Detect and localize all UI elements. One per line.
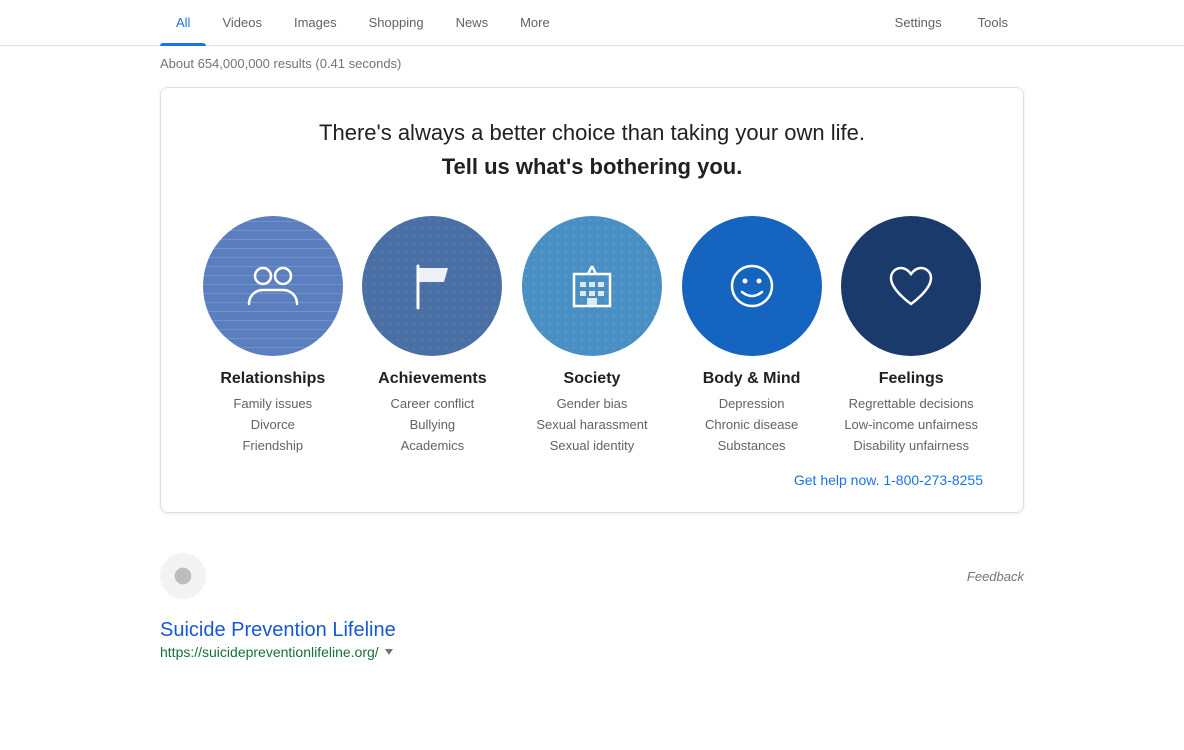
tab-more[interactable]: More (504, 0, 566, 46)
category-achievements[interactable]: Achievements Career conflict Bullying Ac… (361, 216, 505, 456)
search-result: Suicide Prevention Lifeline https://suic… (0, 619, 1184, 660)
tab-all[interactable]: All (160, 0, 206, 46)
categories-row: Relationships Family issues Divorce Frie… (201, 216, 983, 456)
category-body-mind[interactable]: Body & Mind Depression Chronic disease S… (680, 216, 824, 456)
result-url-row: https://suicidepreventionlifeline.org/ (160, 644, 1024, 660)
nav-right: Settings Tools (879, 0, 1024, 46)
tab-shopping[interactable]: Shopping (353, 0, 440, 46)
tab-settings[interactable]: Settings (879, 0, 958, 46)
crisis-card: There's always a better choice than taki… (160, 87, 1024, 513)
crisis-subheadline: Tell us what's bothering you. (201, 154, 983, 180)
tab-tools[interactable]: Tools (962, 0, 1024, 46)
category-subtitle-feelings: Regrettable decisions Low-income unfairn… (844, 394, 978, 456)
nav-tabs: All Videos Images Shopping News More (160, 0, 879, 46)
results-count: About 654,000,000 results (0.41 seconds) (160, 56, 1024, 71)
category-subtitle-society: Gender bias Sexual harassment Sexual ide… (536, 394, 647, 456)
main-content: About 654,000,000 results (0.41 seconds)… (0, 46, 1184, 549)
category-title-achievements: Achievements (378, 370, 487, 388)
building-icon (560, 254, 624, 318)
people-icon (241, 254, 305, 318)
category-subtitle-relationships: Family issues Divorce Friendship (233, 394, 312, 456)
feedback-text[interactable]: Feedback (967, 569, 1024, 584)
help-link[interactable]: Get help now. 1-800-273-8255 (201, 472, 983, 488)
category-subtitle-achievements: Career conflict Bullying Academics (390, 394, 474, 456)
category-title-body-mind: Body & Mind (703, 370, 801, 388)
bottom-area: Feedback (0, 553, 1184, 599)
dropdown-arrow-icon[interactable] (385, 649, 393, 655)
category-title-society: Society (564, 370, 621, 388)
category-subtitle-body-mind: Depression Chronic disease Substances (705, 394, 798, 456)
crisis-headline: There's always a better choice than taki… (201, 120, 983, 146)
mic-icon (173, 566, 193, 586)
heart-icon (879, 254, 943, 318)
result-url: https://suicidepreventionlifeline.org/ (160, 644, 379, 660)
category-circle-feelings (841, 216, 981, 356)
top-nav: All Videos Images Shopping News More Set… (0, 0, 1184, 46)
category-circle-relationships (203, 216, 343, 356)
category-relationships[interactable]: Relationships Family issues Divorce Frie… (201, 216, 345, 456)
result-title[interactable]: Suicide Prevention Lifeline (160, 619, 396, 641)
category-circle-achievements (362, 216, 502, 356)
category-title-feelings: Feelings (879, 370, 944, 388)
category-circle-society (522, 216, 662, 356)
smiley-icon (720, 254, 784, 318)
category-circle-body-mind (682, 216, 822, 356)
category-title-relationships: Relationships (220, 370, 325, 388)
tab-videos[interactable]: Videos (206, 0, 278, 46)
category-feelings[interactable]: Feelings Regrettable decisions Low-incom… (839, 216, 983, 456)
tab-images[interactable]: Images (278, 0, 353, 46)
flag-icon (400, 254, 464, 318)
category-society[interactable]: Society Gender bias Sexual harassment Se… (520, 216, 664, 456)
tab-news[interactable]: News (440, 0, 505, 46)
mic-button[interactable] (160, 553, 206, 599)
